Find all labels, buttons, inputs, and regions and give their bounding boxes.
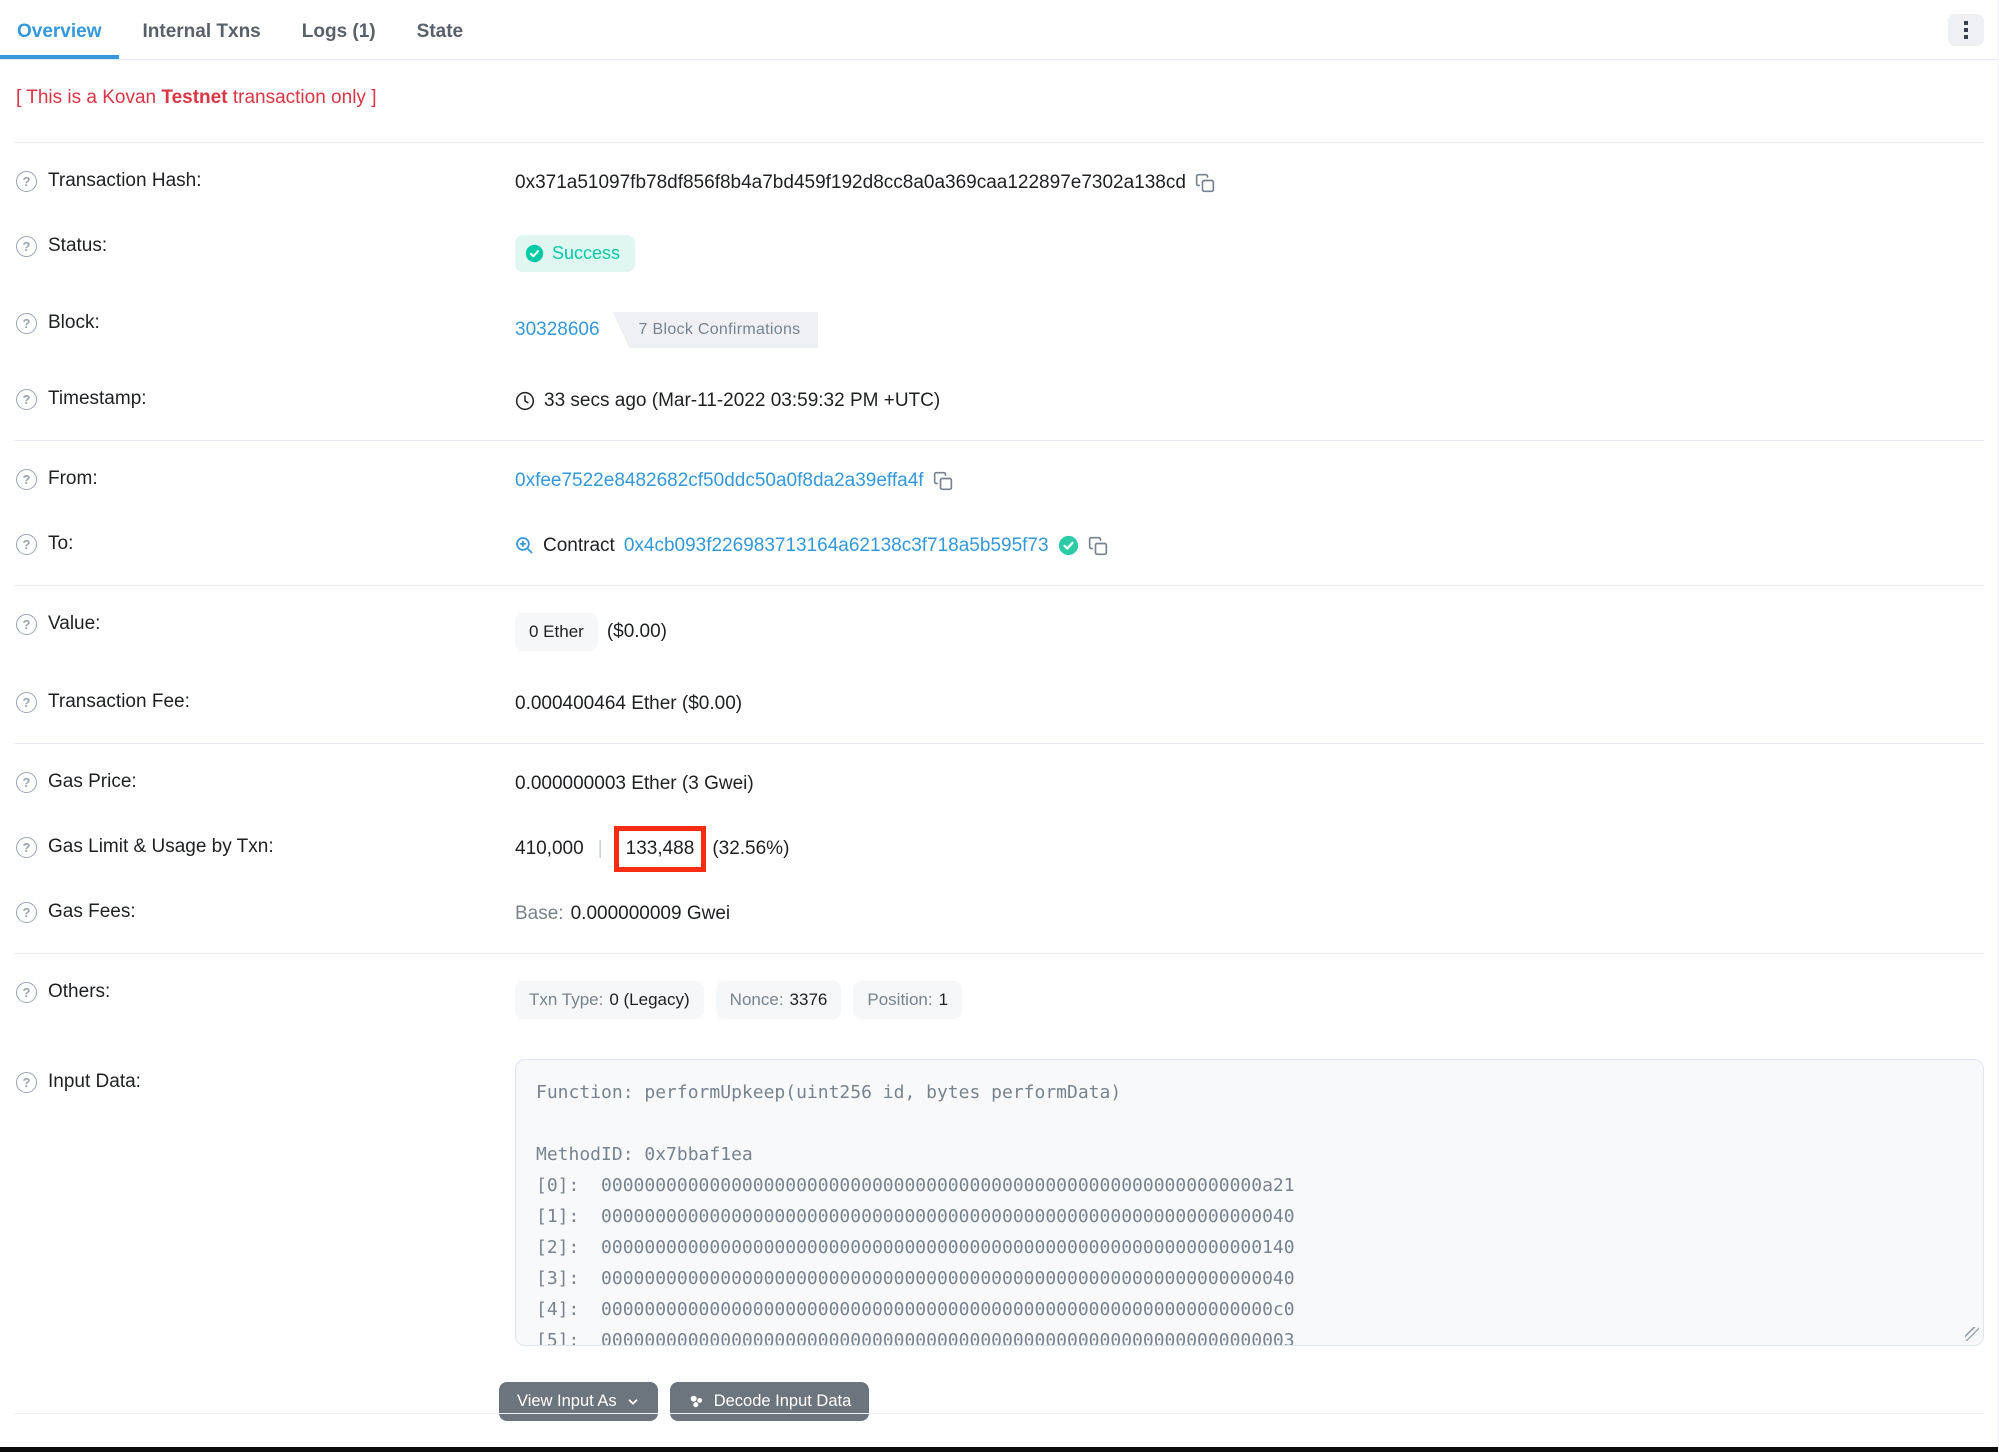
gas-price-value: 0.000000003 Ether (3 Gwei) [515, 772, 754, 794]
chevron-down-icon [628, 1398, 638, 1405]
bottom-bar [0, 1447, 1998, 1452]
view-input-as-button[interactable]: View Input As [499, 1382, 658, 1421]
copy-from-button[interactable] [933, 471, 953, 491]
clock-icon [515, 391, 535, 410]
row-gas-price: ? Gas Price: 0.000000003 Ether (3 Gwei) [0, 751, 1998, 816]
vertical-ellipsis-icon [1964, 20, 1968, 39]
decode-icon [690, 1395, 702, 1408]
question-icon[interactable]: ? [16, 533, 37, 555]
gas-limit-usage-label: Gas Limit & Usage by Txn: [48, 836, 274, 857]
decode-input-data-button[interactable]: Decode Input Data [669, 1382, 870, 1421]
question-icon[interactable]: ? [16, 468, 37, 490]
gas-price-label: Gas Price: [48, 771, 137, 792]
gas-fees-label: Gas Fees: [48, 901, 136, 922]
row-gas-fees: ? Gas Fees: Base: 0.000000009 Gwei [0, 881, 1998, 946]
tab-internal-txns[interactable]: Internal Txns [126, 0, 278, 59]
tab-overview[interactable]: Overview [0, 0, 119, 59]
gas-limit-value: 410,000 [515, 837, 584, 859]
to-address-link[interactable]: 0x4cb093f226983713164a62138c3f718a5b595f… [624, 535, 1049, 557]
nonce-badge: Nonce: 3376 [715, 981, 842, 1019]
timestamp-label: Timestamp: [48, 388, 147, 409]
from-label: From: [48, 468, 98, 489]
gas-used-percent: (32.56%) [712, 837, 790, 859]
gas-used-value: 133,488 [625, 837, 695, 859]
tab-state[interactable]: State [400, 0, 480, 59]
others-label: Others: [48, 981, 111, 1002]
copy-icon [1088, 536, 1107, 555]
check-circle-icon [1058, 535, 1078, 556]
row-to: ? To: Contract 0x4cb093f226983713164a621… [0, 513, 1998, 578]
txn-type-badge: Txn Type: 0 (Legacy) [515, 981, 704, 1019]
divider [14, 1413, 1984, 1414]
question-icon[interactable]: ? [16, 836, 37, 858]
block-confirmations-badge: 7 Block Confirmations [612, 312, 819, 348]
timestamp-value: 33 secs ago (Mar-11-2022 03:59:32 PM +UT… [544, 389, 941, 411]
transaction-hash-label: Transaction Hash: [48, 170, 202, 191]
section-gas: ? Gas Price: 0.000000003 Ether (3 Gwei) … [0, 744, 1998, 953]
copy-icon [933, 471, 952, 490]
row-block: ? Block: 30328606 7 Block Confirmations [0, 292, 1998, 368]
section-hash-status-block-time: ? Transaction Hash: 0x371a51097fb78df856… [0, 143, 1998, 440]
status-label: Status: [48, 235, 108, 256]
annotation-highlight-box: 133,488 [613, 825, 707, 872]
block-label: Block: [48, 312, 100, 333]
to-kind: Contract [543, 534, 615, 556]
question-icon[interactable]: ? [16, 170, 37, 192]
to-label: To: [48, 533, 74, 554]
row-from: ? From: 0xfee7522e8482682cf50ddc50a0f8da… [0, 448, 1998, 513]
input-data-label: Input Data: [48, 1071, 141, 1092]
value-badge: 0 Ether [515, 613, 598, 651]
input-actions: View Input As Decode Input Data [499, 1382, 1998, 1421]
zoom-in-icon[interactable] [515, 536, 534, 555]
tab-bar: Overview Internal Txns Logs (1) State [0, 0, 1998, 60]
gas-fees-base-label: Base: [515, 902, 564, 924]
transaction-detail-page: Overview Internal Txns Logs (1) State [ … [0, 0, 1999, 1452]
from-address-link[interactable]: 0xfee7522e8482682cf50ddc50a0f8da2a39effa… [515, 470, 924, 492]
question-icon[interactable]: ? [16, 691, 37, 713]
transaction-fee-value: 0.000400464 Ether ($0.00) [515, 692, 743, 714]
question-icon[interactable]: ? [16, 388, 37, 410]
question-icon[interactable]: ? [16, 613, 37, 635]
input-data-container: Function: performUpkeep(uint256 id, byte… [515, 1059, 1984, 1346]
row-status: ? Status: Success [0, 215, 1998, 292]
check-circle-icon [525, 244, 544, 263]
row-timestamp: ? Timestamp: 33 secs ago (Mar-11-2022 03… [0, 368, 1998, 433]
row-transaction-fee: ? Transaction Fee: 0.000400464 Ether ($0… [0, 671, 1998, 736]
row-input-data: ? Input Data: Function: performUpkeep(ui… [0, 1039, 1998, 1366]
value-usd: ($0.00) [606, 621, 668, 642]
gas-separator: | [597, 837, 603, 859]
transaction-fee-label: Transaction Fee: [48, 691, 190, 712]
question-icon[interactable]: ? [16, 312, 37, 334]
row-value: ? Value: 0 Ether ($0.00) [0, 593, 1998, 671]
position-badge: Position: 1 [853, 981, 963, 1019]
question-icon[interactable]: ? [16, 1071, 37, 1093]
value-label: Value: [48, 613, 101, 634]
notice-prefix: [ This is a Kovan [16, 87, 162, 108]
more-options-button[interactable] [1948, 13, 1984, 46]
notice-suffix: transaction only ] [227, 87, 377, 108]
section-value-fee: ? Value: 0 Ether ($0.00) ? Transaction F… [0, 586, 1998, 743]
section-others-input: ? Others: Txn Type: 0 (Legacy) Nonce: 3376… [0, 954, 1998, 1434]
notice-bold: Testnet [161, 87, 228, 108]
gas-fees-base-value: 0.000000009 Gwei [570, 902, 731, 924]
question-icon[interactable]: ? [16, 771, 37, 793]
section-from-to: ? From: 0xfee7522e8482682cf50ddc50a0f8da… [0, 441, 1998, 585]
question-icon[interactable]: ? [16, 981, 37, 1003]
row-gas-limit-usage: ? Gas Limit & Usage by Txn: 410,000 | 13… [0, 816, 1998, 881]
question-icon[interactable]: ? [16, 901, 37, 923]
testnet-notice: [ This is a Kovan Testnet transaction on… [0, 60, 1998, 142]
tab-logs[interactable]: Logs (1) [285, 0, 393, 59]
status-badge: Success [515, 235, 636, 272]
input-data-box[interactable]: Function: performUpkeep(uint256 id, byte… [515, 1059, 1984, 1346]
transaction-hash-value: 0x371a51097fb78df856f8b4a7bd459f192d8cc8… [515, 171, 1186, 193]
block-number-link[interactable]: 30328606 [515, 319, 600, 341]
copy-icon [1195, 173, 1215, 192]
copy-hash-button[interactable] [1195, 173, 1215, 193]
row-others: ? Others: Txn Type: 0 (Legacy) Nonce: 3376… [0, 961, 1998, 1039]
copy-to-button[interactable] [1088, 536, 1108, 556]
question-icon[interactable]: ? [16, 235, 37, 257]
row-transaction-hash: ? Transaction Hash: 0x371a51097fb78df856… [0, 150, 1998, 215]
